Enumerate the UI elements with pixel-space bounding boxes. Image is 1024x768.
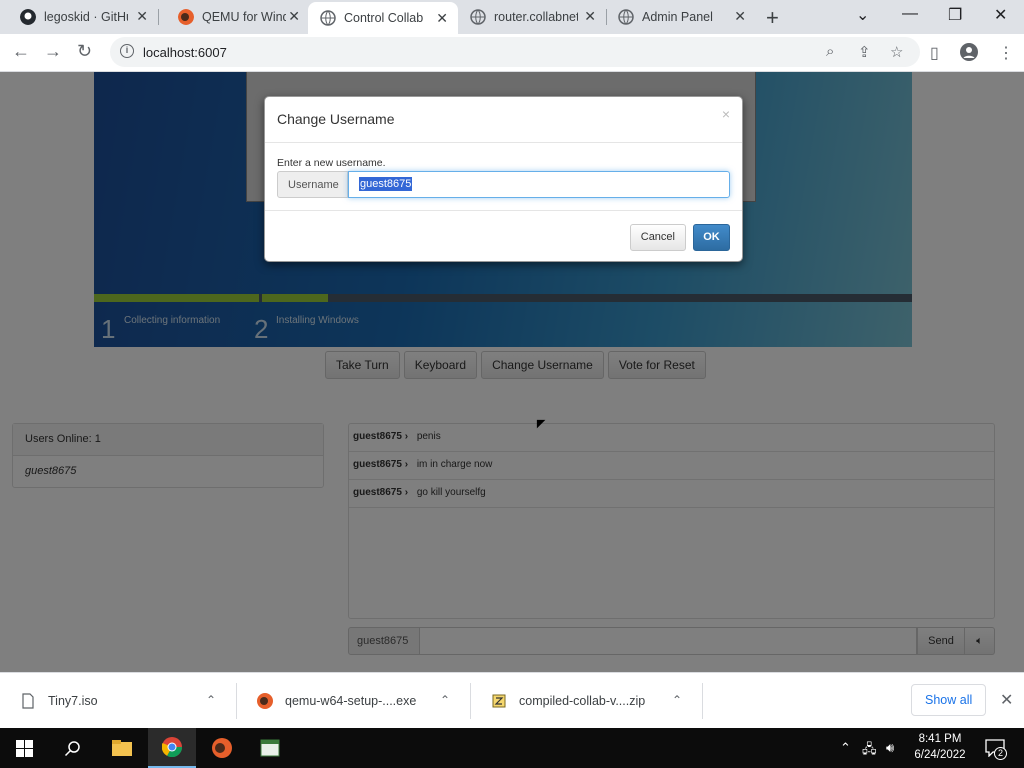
tab-control-collab[interactable]: Control Collab ✕ (308, 2, 458, 34)
close-icon[interactable]: ✕ (436, 10, 448, 27)
share-icon[interactable]: ⇪ (858, 43, 871, 61)
file-icon (22, 693, 34, 709)
start-button[interactable] (0, 728, 48, 768)
chrome-icon[interactable] (148, 728, 196, 768)
download-item[interactable]: qemu-w64-setup-....exe ⌃ (237, 673, 471, 729)
tab-strip: legoskid · GitHub ✕ QEMU for Windows ✕ C… (0, 0, 1024, 34)
dialog-title: Change Username (277, 111, 395, 127)
tab-github[interactable]: legoskid · GitHub ✕ (0, 0, 159, 34)
new-tab-icon[interactable]: + (766, 5, 779, 31)
download-name: qemu-w64-setup-....exe (285, 694, 417, 708)
tab-title: router.collabnet (494, 10, 578, 24)
address-bar[interactable]: i localhost:6007 ⌕ ⇪ ☆ (110, 37, 920, 67)
dialog-body: Enter a new username. Username guest8675 (265, 143, 742, 211)
globe-icon (618, 9, 634, 25)
zoom-icon[interactable]: ⌕ (826, 43, 834, 60)
chevron-up-icon[interactable]: ⌃ (206, 693, 216, 707)
clock-time: 8:41 PM (918, 733, 962, 745)
reload-icon[interactable]: ↻ (77, 41, 92, 62)
download-name: Tiny7.iso (48, 694, 98, 708)
username-input[interactable]: guest8675 (348, 171, 730, 198)
tab-qemu[interactable]: QEMU for Windows ✕ (158, 0, 310, 34)
download-bar: Tiny7.iso ⌃ qemu-w64-setup-....exe ⌃ com… (0, 672, 1024, 728)
chevron-up-icon[interactable]: ⌃ (672, 693, 682, 707)
close-icon[interactable]: × (722, 106, 730, 122)
download-name: compiled-collab-v....zip (519, 694, 646, 708)
username-value: guest8675 (359, 177, 413, 191)
url-text: localhost:6007 (143, 45, 227, 60)
notification-count: 2 (994, 747, 1007, 760)
clock-date: 6/24/2022 (914, 749, 966, 761)
dialog-header: Change Username × (265, 97, 742, 143)
qemu-taskbar-icon[interactable] (198, 728, 246, 768)
download-item[interactable]: Tiny7.iso ⌃ (0, 673, 237, 729)
tab-title: QEMU for Windows (202, 10, 286, 24)
qemu-icon (178, 9, 194, 25)
close-icon[interactable]: ✕ (734, 8, 746, 25)
show-all-button[interactable]: Show all (911, 684, 987, 716)
dialog-footer: Cancel OK (265, 211, 742, 263)
tab-search-icon[interactable]: ⌄ (856, 5, 869, 25)
volume-icon[interactable]: 🔊︎ (886, 740, 894, 756)
search-icon[interactable] (48, 728, 96, 768)
forward-icon[interactable]: → (44, 41, 62, 62)
bookmark-star-icon[interactable]: ☆ (890, 43, 903, 61)
close-icon[interactable]: ✕ (288, 8, 300, 25)
windows-logo-icon (15, 739, 33, 757)
windows-taskbar: ⌃ 🖧︎ 🔊︎ 8:41 PM 6/24/2022 2 (0, 728, 1024, 768)
tab-router[interactable]: router.collabnet ✕ (458, 0, 607, 34)
system-clock[interactable]: 8:41 PM 6/24/2022 (910, 731, 970, 763)
notification-center-icon[interactable]: 2 (980, 728, 1010, 768)
browser-toolbar: ← → ↻ i localhost:6007 ⌕ ⇪ ☆ ▯ ⋮ (0, 34, 1024, 72)
username-input-group: Username guest8675 (277, 171, 730, 198)
tab-title: Admin Panel (642, 10, 713, 24)
close-icon[interactable]: ✕ (584, 8, 596, 25)
globe-icon (320, 10, 336, 26)
download-item[interactable]: compiled-collab-v....zip ⌃ (471, 673, 703, 729)
file-explorer-icon[interactable] (98, 728, 146, 768)
profile-icon[interactable] (960, 43, 978, 61)
restore-icon[interactable]: ❐ (948, 5, 962, 25)
tab-admin[interactable]: Admin Panel ✕ (606, 0, 756, 34)
qemu-icon (257, 693, 273, 709)
username-label: Username (277, 171, 348, 198)
chevron-up-icon[interactable]: ⌃ (840, 740, 851, 756)
network-icon[interactable]: 🖧︎ (862, 740, 877, 762)
menu-icon[interactable]: ⋮ (998, 43, 1014, 63)
change-username-dialog: Change Username × Enter a new username. … (264, 96, 743, 262)
side-panel-icon[interactable]: ▯ (930, 43, 939, 63)
dialog-prompt: Enter a new username. (277, 157, 386, 169)
site-info-icon[interactable]: i (120, 44, 134, 58)
github-icon (20, 9, 36, 25)
close-window-icon[interactable]: ✕ (994, 5, 1007, 25)
cancel-button[interactable]: Cancel (629, 224, 686, 251)
close-icon[interactable]: ✕ (136, 8, 148, 25)
close-icon[interactable]: ✕ (1000, 690, 1013, 710)
zip-icon (492, 694, 506, 708)
globe-icon (470, 9, 486, 25)
chevron-up-icon[interactable]: ⌃ (440, 693, 450, 707)
page-content: 1 Collecting information 2 Installing Wi… (0, 72, 1024, 672)
tab-title: Control Collab (344, 11, 424, 25)
ok-button[interactable]: OK (693, 224, 730, 251)
minimize-icon[interactable]: — (902, 5, 918, 23)
app-window-icon[interactable] (246, 728, 294, 768)
tab-title: legoskid · GitHub (44, 10, 128, 24)
back-icon[interactable]: ← (12, 41, 30, 62)
